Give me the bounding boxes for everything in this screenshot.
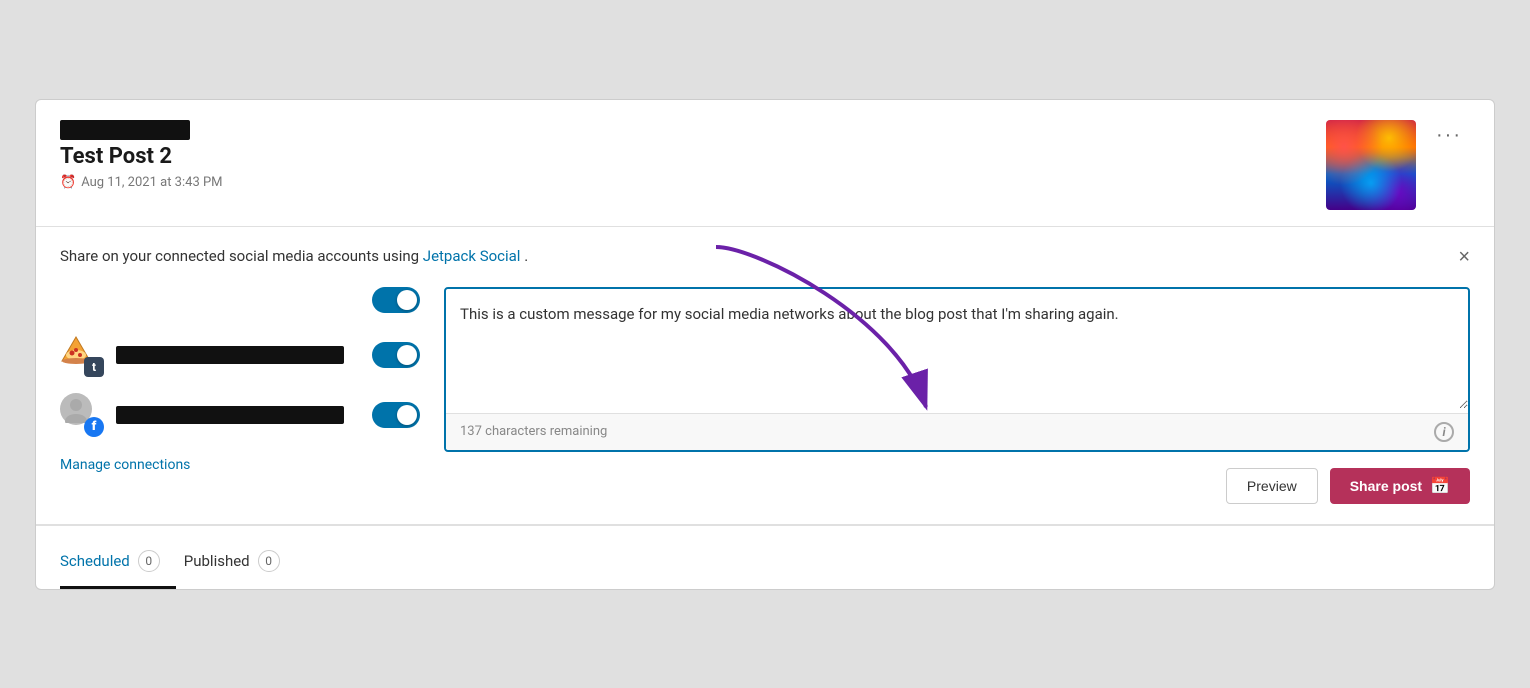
close-button[interactable]: × [1458,247,1470,267]
footer-tabs: Scheduled 0 Published 0 [36,525,1494,589]
tab-scheduled-badge: 0 [138,550,160,572]
message-textarea[interactable]: This is a custom message for my social m… [446,289,1468,409]
tab-published[interactable]: Published 0 [184,540,296,589]
preview-button[interactable]: Preview [1226,468,1318,504]
tumblr-badge: t [84,357,104,377]
toggle-facebook[interactable] [372,402,420,428]
share-description: Share on your connected social media acc… [60,247,528,265]
post-date: ⏰ Aug 11, 2021 at 3:43 PM [60,175,223,190]
message-box-wrap: This is a custom message for my social m… [444,287,1470,452]
share-text-prefix: Share on your connected social media acc… [60,247,423,265]
message-area: This is a custom message for my social m… [444,287,1470,504]
char-count: 137 characters remaining [460,424,607,439]
main-card: Test Post 2 ⏰ Aug 11, 2021 at 3:43 PM ··… [35,99,1495,590]
tab-published-badge: 0 [258,550,280,572]
first-toggle-row [60,287,420,313]
info-icon[interactable]: i [1434,422,1454,442]
title-redacted-bar [60,120,190,140]
user-avatar-svg [62,395,90,423]
post-title: Test Post 2 [60,144,223,169]
fb-badge: f [84,417,104,437]
calendar-icon: 📅 [1430,476,1450,496]
thumbnail-image [1326,120,1416,210]
fb-icon-wrap: f [60,393,104,437]
more-options-button[interactable]: ··· [1428,120,1470,151]
header-right: ··· [1326,120,1470,210]
social-accounts-list: t f [60,287,420,473]
share-content: t f [60,287,1470,504]
tab-scheduled[interactable]: Scheduled 0 [60,540,176,589]
toggle-1[interactable] [372,287,420,313]
share-header: Share on your connected social media acc… [60,247,1470,267]
title-bar [60,120,223,140]
action-buttons: Preview Share post 📅 [444,468,1470,504]
post-info: Test Post 2 ⏰ Aug 11, 2021 at 3:43 PM [60,120,223,190]
share-text-suffix: . [524,247,528,265]
post-thumbnail [1326,120,1416,210]
share-post-label: Share post [1350,478,1422,494]
post-header: Test Post 2 ⏰ Aug 11, 2021 at 3:43 PM ··… [36,100,1494,227]
jetpack-social-link[interactable]: Jetpack Social [423,247,521,265]
clock-icon: ⏰ [60,175,76,190]
tumblr-account-row: t [60,333,420,377]
tumblr-account-name [116,346,344,364]
tumblr-icon-wrap: t [60,333,104,377]
share-post-button[interactable]: Share post 📅 [1330,468,1470,504]
toggle-tumblr[interactable] [372,342,420,368]
tab-scheduled-label: Scheduled [60,552,130,570]
fb-account-name [116,406,344,424]
tab-published-label: Published [184,552,250,570]
share-section: Share on your connected social media acc… [36,227,1494,525]
message-footer: 137 characters remaining i [446,413,1468,450]
facebook-account-row: f [60,393,420,437]
manage-connections-link[interactable]: Manage connections [60,457,420,473]
post-date-text: Aug 11, 2021 at 3:43 PM [81,175,222,190]
